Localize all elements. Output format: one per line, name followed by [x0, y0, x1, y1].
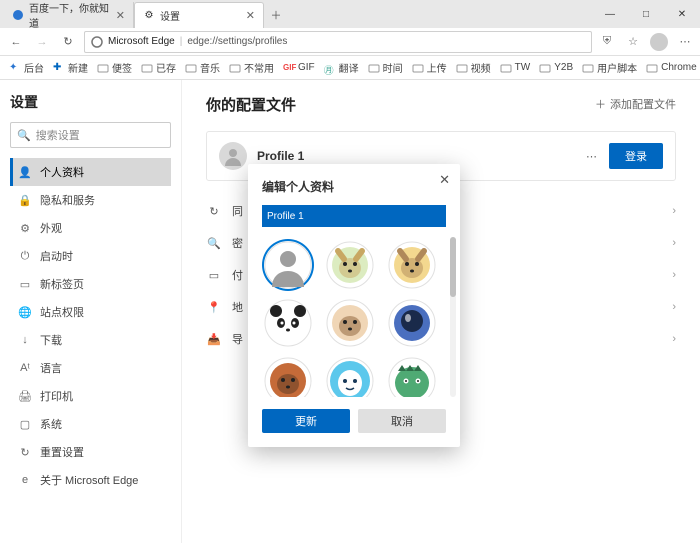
- cancel-button[interactable]: 取消: [358, 409, 446, 433]
- avatar-option-monkey[interactable]: [326, 299, 374, 347]
- avatar-option-yeti[interactable]: [326, 357, 374, 397]
- edit-profile-dialog: ✕ 编辑个人资料 更新 取消: [248, 164, 460, 447]
- dialog-close-icon[interactable]: ✕: [439, 172, 450, 188]
- profile-name-input[interactable]: [262, 205, 446, 227]
- avatar-option-cat[interactable]: [388, 241, 436, 289]
- avatar-option-default[interactable]: [264, 241, 312, 289]
- dialog-title: 编辑个人资料: [262, 178, 446, 195]
- avatar-option-dino[interactable]: [388, 357, 436, 397]
- avatar-option-panda[interactable]: [264, 299, 312, 347]
- avatar-grid: [262, 237, 446, 397]
- avatar-option-gorilla[interactable]: [264, 357, 312, 397]
- avatar-option-astronaut[interactable]: [388, 299, 436, 347]
- update-button[interactable]: 更新: [262, 409, 350, 433]
- modal-overlay: ✕ 编辑个人资料 更新 取消: [0, 0, 700, 543]
- avatar-scrollbar[interactable]: [450, 237, 456, 397]
- avatar-option-dog[interactable]: [326, 241, 374, 289]
